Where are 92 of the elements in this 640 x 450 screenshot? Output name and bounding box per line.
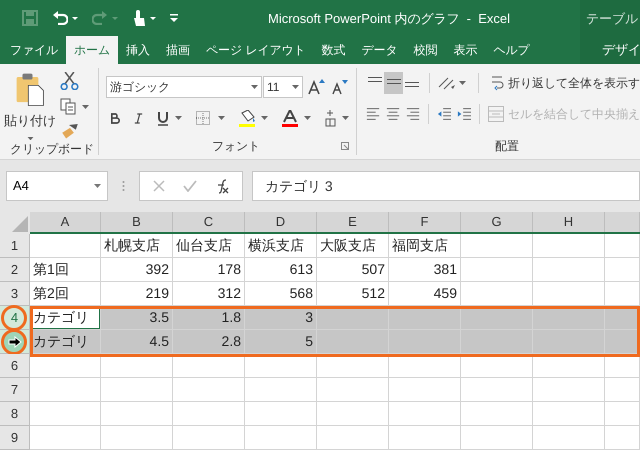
decrease-indent-icon[interactable] — [437, 106, 452, 122]
orientation-icon[interactable] — [438, 75, 456, 91]
caret-icon — [26, 136, 34, 140]
row-header[interactable]: 8 — [0, 402, 30, 426]
shrink-font-icon[interactable] — [332, 79, 349, 95]
bold-icon[interactable] — [111, 112, 120, 124]
align-center-icon[interactable] — [386, 106, 400, 122]
undo-icon[interactable] — [52, 11, 68, 25]
borders-icon[interactable] — [196, 111, 210, 125]
caret-icon[interactable] — [218, 116, 225, 120]
row-header[interactable]: 9 — [0, 426, 30, 450]
wrap-text-button[interactable]: 折り返して全体を表示す — [491, 74, 640, 92]
fill-color-icon[interactable] — [239, 110, 255, 126]
paste-button[interactable]: 貼り付け — [0, 68, 60, 140]
group-label: フォント — [212, 138, 260, 155]
function-icon[interactable] — [215, 178, 229, 194]
column-header[interactable]: D — [245, 212, 317, 232]
caret-icon[interactable] — [292, 85, 299, 89]
dialog-launcher-icon[interactable] — [341, 142, 349, 150]
ribbon-tab[interactable]: 挿入 — [118, 36, 158, 64]
row-header[interactable]: 2 — [0, 258, 30, 282]
formula-field[interactable]: カテゴリ 3 — [252, 171, 640, 201]
font-name-field[interactable]: 游ゴシック — [106, 76, 262, 98]
table-cell: カテゴリ — [30, 330, 101, 354]
ribbon-tab[interactable]: データ — [353, 36, 406, 64]
phonetic-icon[interactable] — [325, 110, 336, 126]
column-header[interactable]: B — [101, 212, 173, 232]
hand-icon[interactable] — [132, 9, 146, 27]
group-label: 配置 — [495, 138, 520, 155]
italic-icon[interactable] — [134, 112, 143, 124]
align-left-icon[interactable] — [366, 106, 380, 122]
table-cell: 312 — [173, 282, 245, 306]
table-cell: 第2回 — [30, 282, 101, 306]
name-box[interactable]: A4 — [6, 171, 108, 201]
copy-icon[interactable] — [60, 98, 76, 116]
table-cell: 2.8 — [173, 330, 245, 354]
vertical-align-button[interactable] — [384, 72, 403, 94]
table-cell: 5 — [245, 330, 317, 354]
align-lines-icon — [368, 76, 382, 82]
underline-icon[interactable] — [157, 110, 169, 126]
caret-icon[interactable] — [251, 85, 258, 89]
ribbon-tab[interactable]: 数式 — [313, 36, 354, 64]
align-right-icon[interactable] — [406, 106, 420, 122]
increase-indent-icon[interactable] — [457, 106, 472, 122]
font-color-icon[interactable] — [282, 110, 298, 126]
row-header[interactable]: 4 — [0, 306, 30, 330]
caret-icon[interactable] — [342, 116, 349, 120]
row-header[interactable]: 1 — [0, 234, 30, 258]
column-header[interactable]: H — [533, 212, 605, 232]
scissors-icon[interactable] — [60, 72, 79, 90]
ribbon-tab[interactable]: ヘルプ — [485, 36, 538, 64]
ribbon-tab[interactable]: デザイ — [580, 36, 640, 64]
wrap-icon — [491, 75, 504, 91]
context-tab-group: テーブル — [580, 0, 640, 36]
caret-icon[interactable] — [459, 81, 466, 85]
column-header[interactable]: C — [173, 212, 245, 232]
ribbon-tab[interactable]: 描画 — [158, 36, 198, 64]
table-cell: 568 — [245, 282, 317, 306]
ribbon-tab[interactable]: ホーム — [66, 36, 118, 64]
table-cell: 459 — [389, 282, 461, 306]
table-cell: 512 — [317, 282, 389, 306]
column-header[interactable]: G — [461, 212, 533, 232]
align-lines-icon — [386, 79, 401, 84]
caret-icon[interactable] — [72, 16, 78, 20]
table-cell: 219 — [101, 282, 173, 306]
align-lines-icon — [405, 82, 420, 87]
customize-icon[interactable] — [170, 14, 178, 22]
caret-icon[interactable] — [94, 184, 101, 188]
caret-icon[interactable] — [175, 116, 182, 120]
font-size-field[interactable]: 11 — [263, 76, 303, 98]
grip-icon — [122, 180, 125, 192]
grow-font-icon[interactable] — [308, 79, 325, 95]
check-icon[interactable] — [183, 180, 197, 192]
row-header[interactable]: 3 — [0, 282, 30, 306]
ribbon-tab[interactable]: ファイル — [2, 36, 66, 64]
caret-icon[interactable] — [82, 104, 89, 109]
group-label: クリップボード — [10, 141, 94, 158]
window-title: Microsoft PowerPoint 内のグラフ - Excel — [268, 10, 510, 28]
caret-icon[interactable] — [261, 116, 268, 120]
column-header[interactable]: E — [317, 212, 389, 232]
caret-icon[interactable] — [304, 116, 311, 120]
ribbon-tab[interactable]: ページ レイアウト — [198, 36, 314, 64]
ribbon-tab[interactable]: 校閲 — [405, 36, 446, 64]
merge-icon — [488, 106, 504, 122]
column-header[interactable]: F — [389, 212, 461, 232]
brush-icon[interactable] — [60, 123, 79, 140]
table-cell: 4.5 — [101, 330, 173, 354]
ribbon-tab[interactable]: 表示 — [445, 36, 486, 64]
row-header[interactable]: 7 — [0, 378, 30, 402]
caret-icon[interactable] — [150, 16, 156, 20]
row-header[interactable]: 6 — [0, 354, 30, 378]
column-header[interactable]: A — [30, 212, 101, 232]
